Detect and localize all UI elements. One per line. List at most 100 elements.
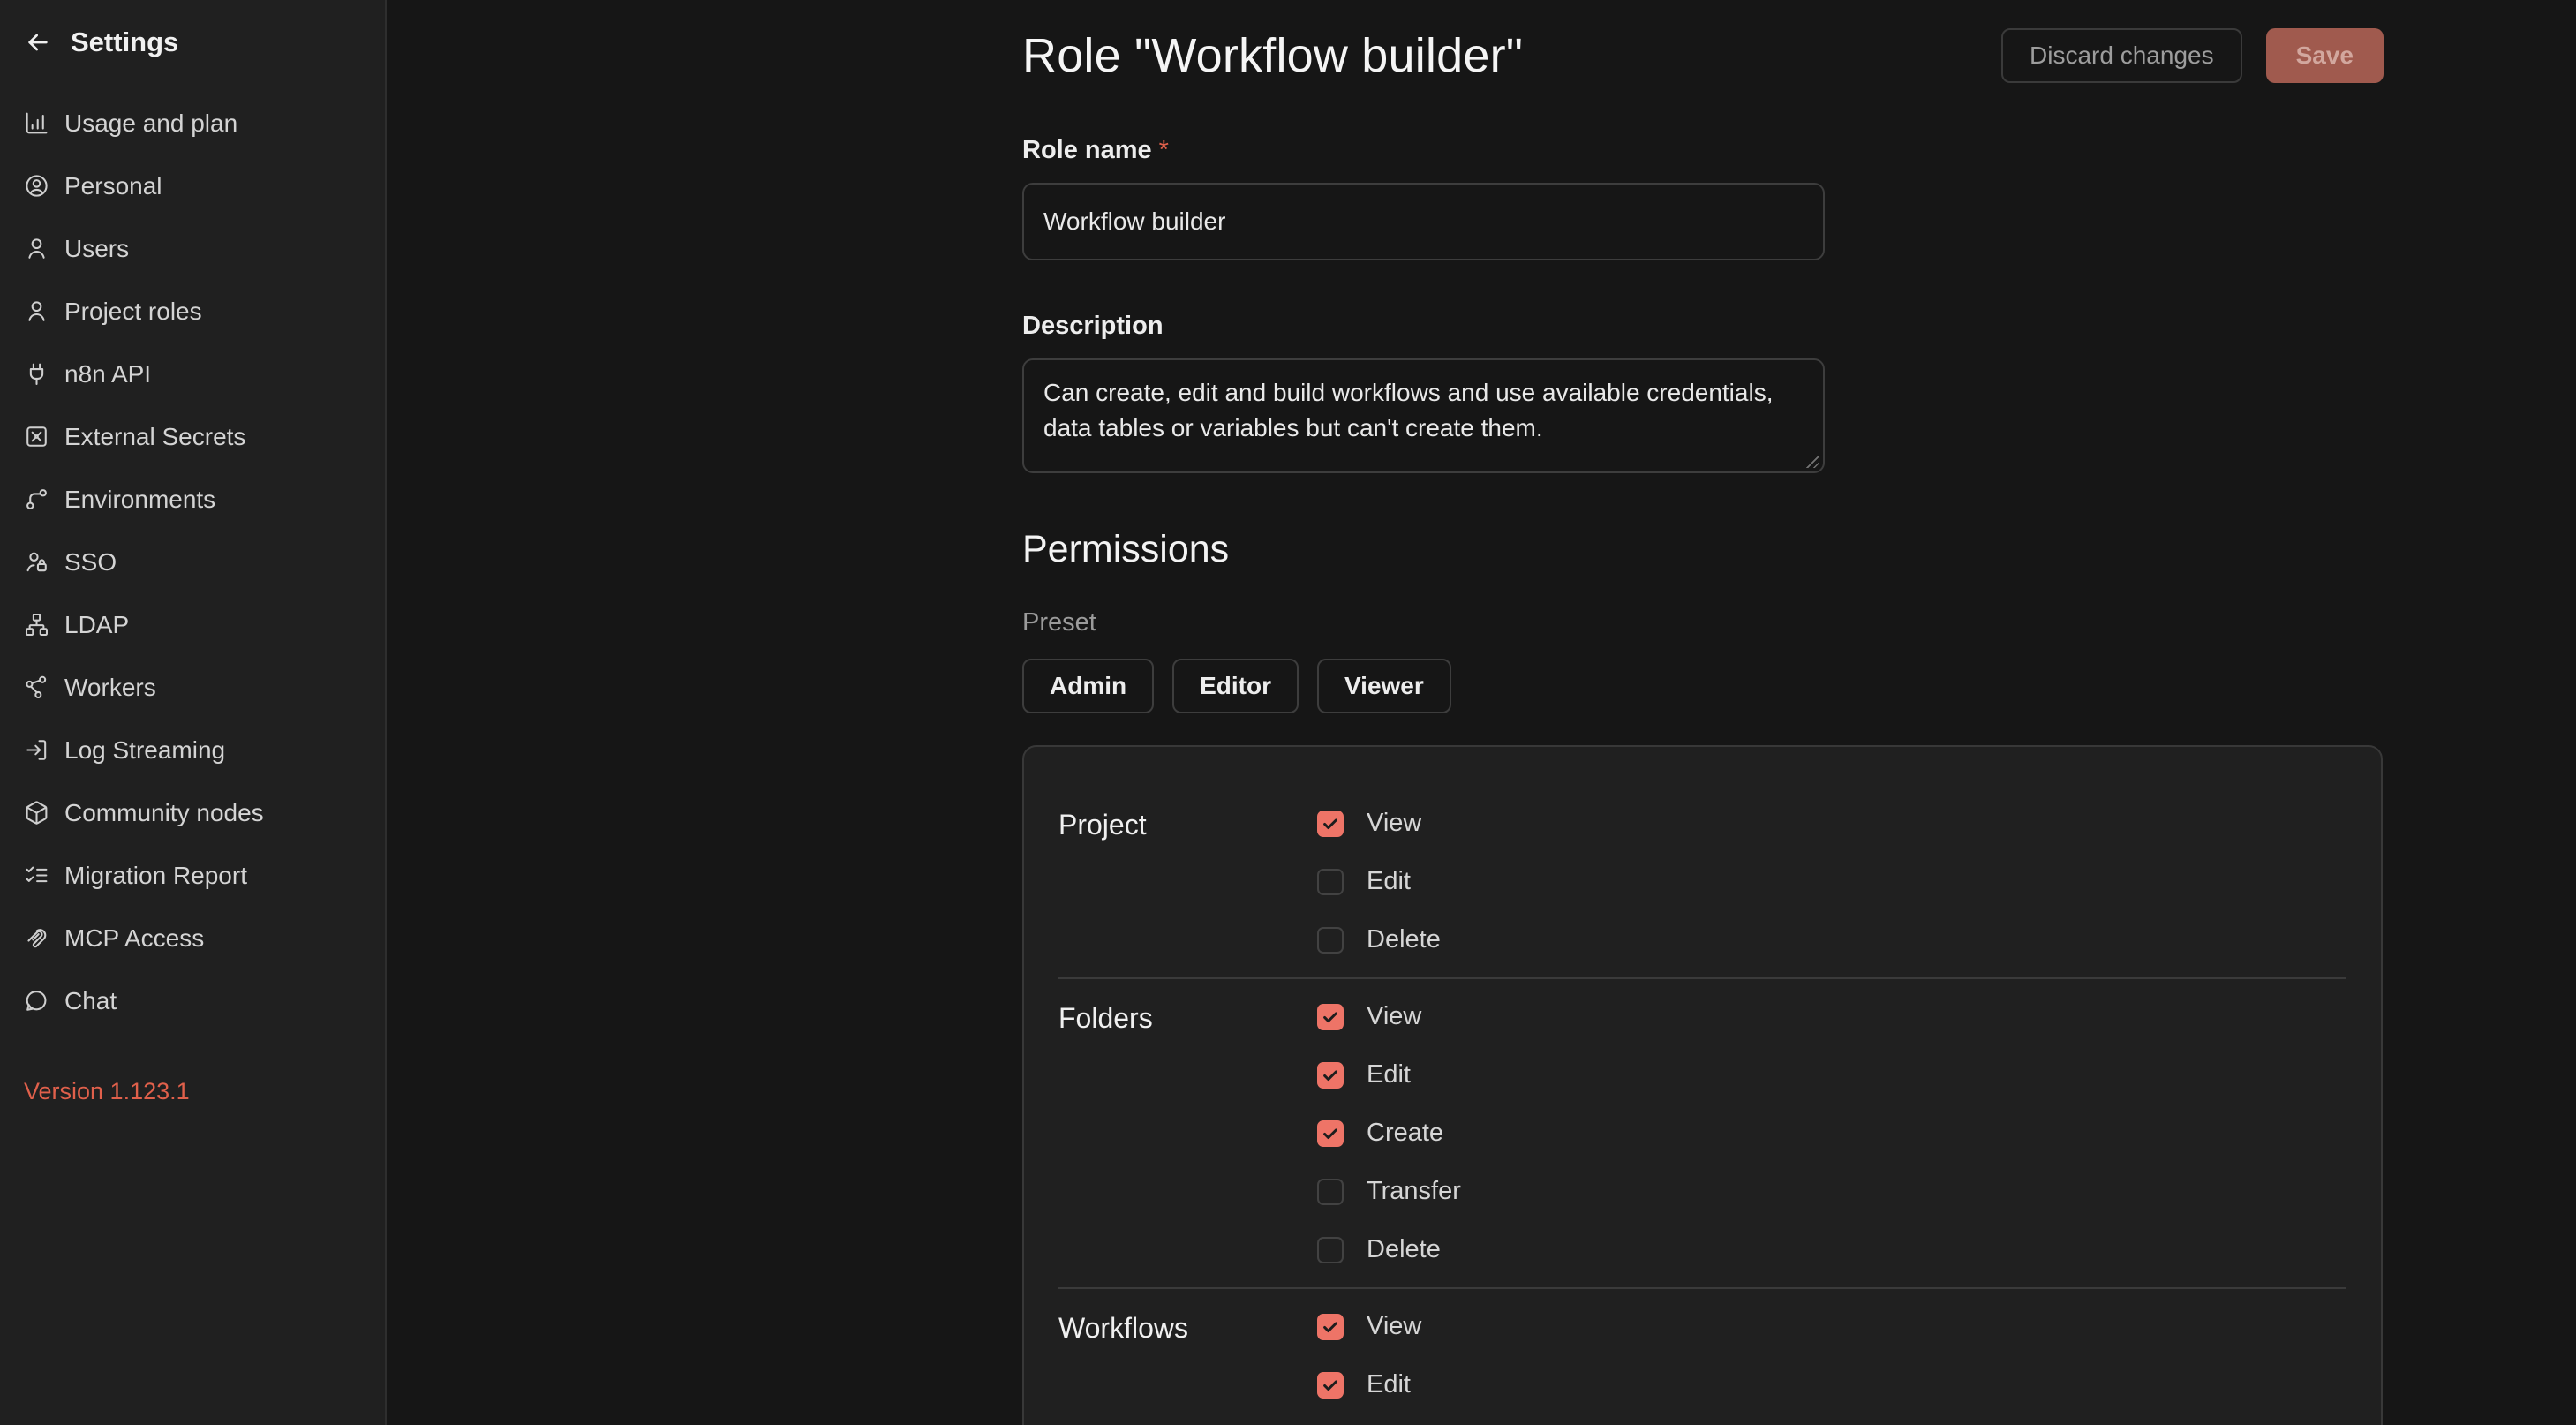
- perm-group-title: Project: [1058, 809, 1317, 954]
- sidebar-item-label: Environments: [64, 486, 215, 514]
- permissions-card: Project View Edit Delete Folders: [1022, 745, 2383, 1425]
- group-divider: [1058, 1287, 2346, 1289]
- sidebar-item-usage-and-plan[interactable]: Usage and plan: [0, 92, 385, 155]
- checkbox-label[interactable]: View: [1367, 809, 1421, 838]
- sidebar-item-label: LDAP: [64, 611, 129, 639]
- perm-group-folders: Folders View Edit Create Transfer: [1058, 1002, 2346, 1264]
- checkbox-label[interactable]: Delete: [1367, 925, 1441, 954]
- sidebar-item-chat[interactable]: Chat: [0, 969, 385, 1032]
- checkbox[interactable]: [1317, 1372, 1344, 1399]
- checkbox-label[interactable]: View: [1367, 1002, 1421, 1031]
- perm-row-folders-transfer: Transfer: [1317, 1177, 2346, 1206]
- sidebar-item-label: Workers: [64, 674, 156, 702]
- sidebar-item-n8n-api[interactable]: n8n API: [0, 343, 385, 405]
- perm-row-project-edit: Edit: [1317, 867, 2346, 896]
- checkbox[interactable]: [1317, 927, 1344, 954]
- checkbox-label[interactable]: Transfer: [1367, 1177, 1461, 1206]
- sidebar-item-users[interactable]: Users: [0, 217, 385, 280]
- list-checks-icon: [24, 863, 49, 888]
- page-title: Role "Workflow builder": [1022, 28, 1523, 83]
- sidebar-item-migration-report[interactable]: Migration Report: [0, 844, 385, 907]
- perm-group-project: Project View Edit Delete: [1058, 809, 2346, 954]
- sidebar-item-label: Log Streaming: [64, 736, 225, 765]
- checkbox-label[interactable]: View: [1367, 1312, 1421, 1341]
- preset-editor-button[interactable]: Editor: [1172, 659, 1299, 713]
- sidebar-item-label: Usage and plan: [64, 109, 237, 138]
- sidebar-item-label: Users: [64, 235, 129, 263]
- sidebar-item-label: SSO: [64, 548, 117, 577]
- mcp-icon: [24, 925, 49, 951]
- user-icon: [24, 298, 49, 324]
- main-content: Role "Workflow builder" Discard changes …: [387, 0, 2576, 1425]
- sidebar-item-ldap[interactable]: LDAP: [0, 593, 385, 656]
- sidebar-item-label: External Secrets: [64, 423, 245, 451]
- checkbox-label[interactable]: Edit: [1367, 867, 1411, 896]
- sidebar-item-label: Chat: [64, 987, 117, 1015]
- role-name-label: Role name *: [1022, 136, 2384, 165]
- share-nodes-icon: [24, 675, 49, 700]
- checkbox[interactable]: [1317, 1062, 1344, 1089]
- sidebar-item-label: Project roles: [64, 298, 202, 326]
- vault-icon: [24, 424, 49, 449]
- settings-sidebar: Settings Usage and plan Personal Users P…: [0, 0, 387, 1425]
- checkbox[interactable]: [1317, 1314, 1344, 1340]
- sidebar-item-personal[interactable]: Personal: [0, 155, 385, 217]
- sidebar-item-log-streaming[interactable]: Log Streaming: [0, 719, 385, 781]
- perm-group-workflows: Workflows View Edit Create: [1058, 1312, 2346, 1425]
- checkbox-label[interactable]: Edit: [1367, 1370, 1411, 1399]
- checkbox[interactable]: [1317, 1179, 1344, 1205]
- user-lock-icon: [24, 549, 49, 575]
- checkbox[interactable]: [1317, 869, 1344, 895]
- perm-group-title: Folders: [1058, 1002, 1317, 1264]
- sidebar-item-label: Community nodes: [64, 799, 264, 827]
- perm-row-folders-delete: Delete: [1317, 1235, 2346, 1264]
- arrow-left-icon[interactable]: [24, 28, 52, 57]
- sidebar-item-project-roles[interactable]: Project roles: [0, 280, 385, 343]
- sidebar-header: Settings: [0, 18, 385, 67]
- perm-row-workflows-edit: Edit: [1317, 1370, 2346, 1399]
- network-icon: [24, 612, 49, 637]
- checkbox-label[interactable]: Create: [1367, 1119, 1443, 1148]
- perm-group-title: Workflows: [1058, 1312, 1317, 1425]
- description-label: Description: [1022, 312, 2384, 341]
- chat-bubble-icon: [24, 988, 49, 1014]
- log-stream-icon: [24, 737, 49, 763]
- preset-admin-button[interactable]: Admin: [1022, 659, 1154, 713]
- sidebar-item-label: MCP Access: [64, 924, 204, 953]
- plug-icon: [24, 361, 49, 387]
- checkbox[interactable]: [1317, 811, 1344, 837]
- group-divider: [1058, 977, 2346, 979]
- checkbox-label[interactable]: Delete: [1367, 1235, 1441, 1264]
- discard-changes-button[interactable]: Discard changes: [2001, 28, 2242, 83]
- checkbox[interactable]: [1317, 1004, 1344, 1030]
- version-label: Version 1.123.1: [0, 1078, 385, 1105]
- sidebar-item-mcp-access[interactable]: MCP Access: [0, 907, 385, 969]
- chart-column-icon: [24, 110, 49, 136]
- preset-label: Preset: [1022, 608, 2384, 637]
- perm-row-project-view: View: [1317, 809, 2346, 838]
- sidebar-item-external-secrets[interactable]: External Secrets: [0, 405, 385, 468]
- sidebar-item-label: Personal: [64, 172, 162, 200]
- preset-buttons: Admin Editor Viewer: [1022, 659, 2384, 713]
- required-asterisk: *: [1159, 136, 1169, 165]
- user-circle-icon: [24, 173, 49, 199]
- perm-row-folders-create: Create: [1317, 1119, 2346, 1148]
- sidebar-item-environments[interactable]: Environments: [0, 468, 385, 531]
- sidebar-item-label: Migration Report: [64, 862, 247, 890]
- sidebar-item-label: n8n API: [64, 360, 151, 388]
- perm-row-folders-edit: Edit: [1317, 1060, 2346, 1089]
- checkbox-label[interactable]: Edit: [1367, 1060, 1411, 1089]
- save-button[interactable]: Save: [2266, 28, 2384, 83]
- preset-viewer-button[interactable]: Viewer: [1317, 659, 1451, 713]
- git-branch-icon: [24, 486, 49, 512]
- checkbox[interactable]: [1317, 1237, 1344, 1263]
- perm-row-workflows-view: View: [1317, 1312, 2346, 1341]
- perm-row-project-delete: Delete: [1317, 925, 2346, 954]
- sidebar-item-community-nodes[interactable]: Community nodes: [0, 781, 385, 844]
- permissions-heading: Permissions: [1022, 528, 2384, 571]
- checkbox[interactable]: [1317, 1120, 1344, 1147]
- description-textarea[interactable]: Can create, edit and build workflows and…: [1022, 358, 1825, 473]
- sidebar-item-sso[interactable]: SSO: [0, 531, 385, 593]
- sidebar-item-workers[interactable]: Workers: [0, 656, 385, 719]
- role-name-input[interactable]: [1022, 183, 1825, 260]
